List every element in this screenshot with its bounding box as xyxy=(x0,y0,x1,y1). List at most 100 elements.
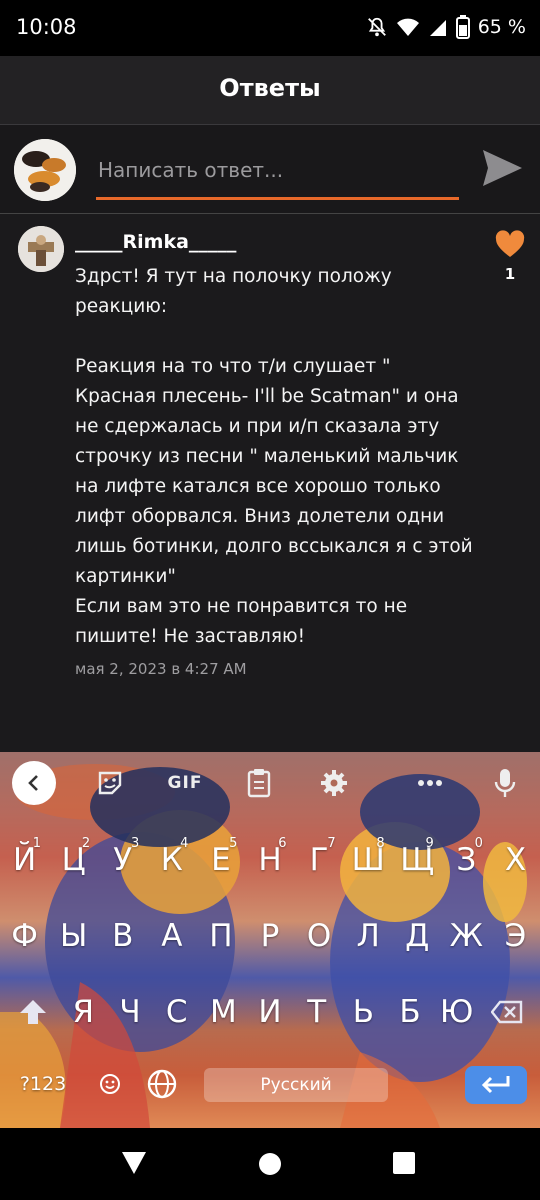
key[interactable]: П xyxy=(196,906,245,966)
sticker-icon xyxy=(98,771,122,795)
key[interactable]: Щ9 xyxy=(393,830,442,890)
status-icons: 65 % xyxy=(366,15,526,39)
backspace-key[interactable] xyxy=(484,982,530,1042)
key-number-hint: 2 xyxy=(81,836,91,851)
microphone-icon xyxy=(494,769,516,797)
emoji-icon xyxy=(100,1074,120,1094)
voice-input-button[interactable] xyxy=(483,758,527,808)
shift-icon xyxy=(20,1000,46,1024)
key[interactable]: Ь xyxy=(340,982,387,1042)
app-header: Ответы xyxy=(0,56,540,125)
symbols-key[interactable]: ?123 xyxy=(10,1054,76,1114)
user-avatar[interactable] xyxy=(18,226,64,272)
status-time: 10:08 xyxy=(16,15,77,39)
comment-username[interactable]: _____Rimka_____ xyxy=(75,231,236,253)
signal-icon xyxy=(429,20,446,36)
shift-key[interactable] xyxy=(10,982,56,1042)
home-circle-icon[interactable] xyxy=(258,1152,282,1176)
key[interactable]: Т xyxy=(293,982,340,1042)
gear-icon xyxy=(321,770,347,796)
key[interactable]: Б xyxy=(387,982,434,1042)
mute-bell-icon xyxy=(367,17,386,37)
more-options-button[interactable] xyxy=(408,758,452,808)
key-row-4: ?123 Русский xyxy=(0,1054,540,1114)
key[interactable]: Ш8 xyxy=(344,830,393,890)
system-nav-bar xyxy=(0,1128,540,1200)
globe-icon xyxy=(147,1069,177,1099)
key-number-hint: 9 xyxy=(425,836,434,851)
recents-square-icon[interactable] xyxy=(393,1152,415,1174)
clipboard-button[interactable] xyxy=(237,758,281,808)
clipboard-icon xyxy=(247,769,271,798)
reply-input-field[interactable] xyxy=(96,149,463,200)
key[interactable]: К4 xyxy=(147,830,196,890)
key-row-2: ФЫВАПРОЛДЖЭ xyxy=(0,906,540,966)
key[interactable]: Й1 xyxy=(0,830,49,890)
sticker-button[interactable] xyxy=(88,758,132,808)
key[interactable]: В xyxy=(98,906,147,966)
send-icon xyxy=(483,150,522,186)
keyboard-toolbar: GIF xyxy=(0,752,540,814)
gif-label: GIF xyxy=(167,773,203,793)
page-title: Ответы xyxy=(219,74,321,102)
key[interactable]: Ы xyxy=(49,906,98,966)
send-button[interactable] xyxy=(478,144,526,192)
key-number-hint: 4 xyxy=(180,836,189,851)
key[interactable]: З0 xyxy=(442,830,491,890)
key-number-hint: 0 xyxy=(474,836,483,851)
back-triangle-icon[interactable] xyxy=(120,1150,148,1176)
language-key[interactable] xyxy=(140,1054,184,1114)
keyboard-back-button[interactable] xyxy=(12,761,56,805)
key-number-hint: 6 xyxy=(278,836,287,851)
key[interactable]: М xyxy=(200,982,247,1042)
comment-card: _____Rimka_____ Здрст! Я тут на полочку … xyxy=(0,214,540,752)
emoji-key[interactable] xyxy=(90,1054,130,1114)
space-bar[interactable]: Русский xyxy=(204,1068,388,1102)
key[interactable]: Н6 xyxy=(245,830,294,890)
chevron-left-icon xyxy=(28,775,38,791)
like-count: 1 xyxy=(504,265,516,283)
key[interactable]: Ж xyxy=(442,906,491,966)
key[interactable]: Ц2 xyxy=(49,830,98,890)
key[interactable]: Е5 xyxy=(196,830,245,890)
key-row-3: ЯЧСМИТЬБЮ xyxy=(0,982,540,1042)
comment-timestamp: мая 2, 2023 в 4:27 AM xyxy=(75,660,247,678)
key-letter: Е xyxy=(211,842,231,878)
reply-input[interactable] xyxy=(96,149,463,191)
key[interactable]: У3 xyxy=(98,830,147,890)
key[interactable]: Р xyxy=(245,906,294,966)
wifi-icon xyxy=(396,18,419,36)
battery-icon xyxy=(455,15,470,39)
comment-text: Здрст! Я тут на полочку положу реакцию: … xyxy=(75,266,473,647)
key-letter: Х xyxy=(504,842,527,878)
key-row-1: Й1Ц2У3К4Е5Н6Г7Ш8Щ9З0Х xyxy=(0,830,540,890)
key[interactable]: С xyxy=(153,982,200,1042)
key[interactable]: Ч xyxy=(107,982,154,1042)
settings-button[interactable] xyxy=(312,758,356,808)
key[interactable]: И xyxy=(247,982,294,1042)
key[interactable]: А xyxy=(147,906,196,966)
key-number-hint: 5 xyxy=(229,836,238,851)
key-letter: З xyxy=(456,842,477,878)
key[interactable]: Я xyxy=(60,982,107,1042)
key[interactable]: Л xyxy=(344,906,393,966)
gif-button[interactable]: GIF xyxy=(160,758,210,808)
battery-percent: 65 % xyxy=(477,16,526,38)
key-number-hint: 3 xyxy=(130,836,140,851)
backspace-icon xyxy=(491,1000,523,1024)
my-avatar[interactable] xyxy=(14,139,76,201)
key-number-hint: 1 xyxy=(32,836,42,851)
keyboard: GIF Й1Ц2У3К4Е5Н6Г7Ш8Щ9З0Х ФЫВАПРОЛДЖЭ ЯЧ… xyxy=(0,752,540,1128)
key[interactable]: Д xyxy=(393,906,442,966)
key[interactable]: О xyxy=(295,906,344,966)
key-letter: Г xyxy=(309,842,329,878)
key[interactable]: Г7 xyxy=(295,830,344,890)
key[interactable]: Ф xyxy=(0,906,49,966)
key[interactable]: Ю xyxy=(433,982,480,1042)
enter-icon xyxy=(481,1076,510,1094)
enter-key[interactable] xyxy=(465,1066,527,1104)
key[interactable]: Х xyxy=(491,830,540,890)
key-number-hint: 7 xyxy=(327,836,336,851)
key[interactable]: Э xyxy=(491,906,540,966)
heart-icon[interactable] xyxy=(495,230,525,258)
